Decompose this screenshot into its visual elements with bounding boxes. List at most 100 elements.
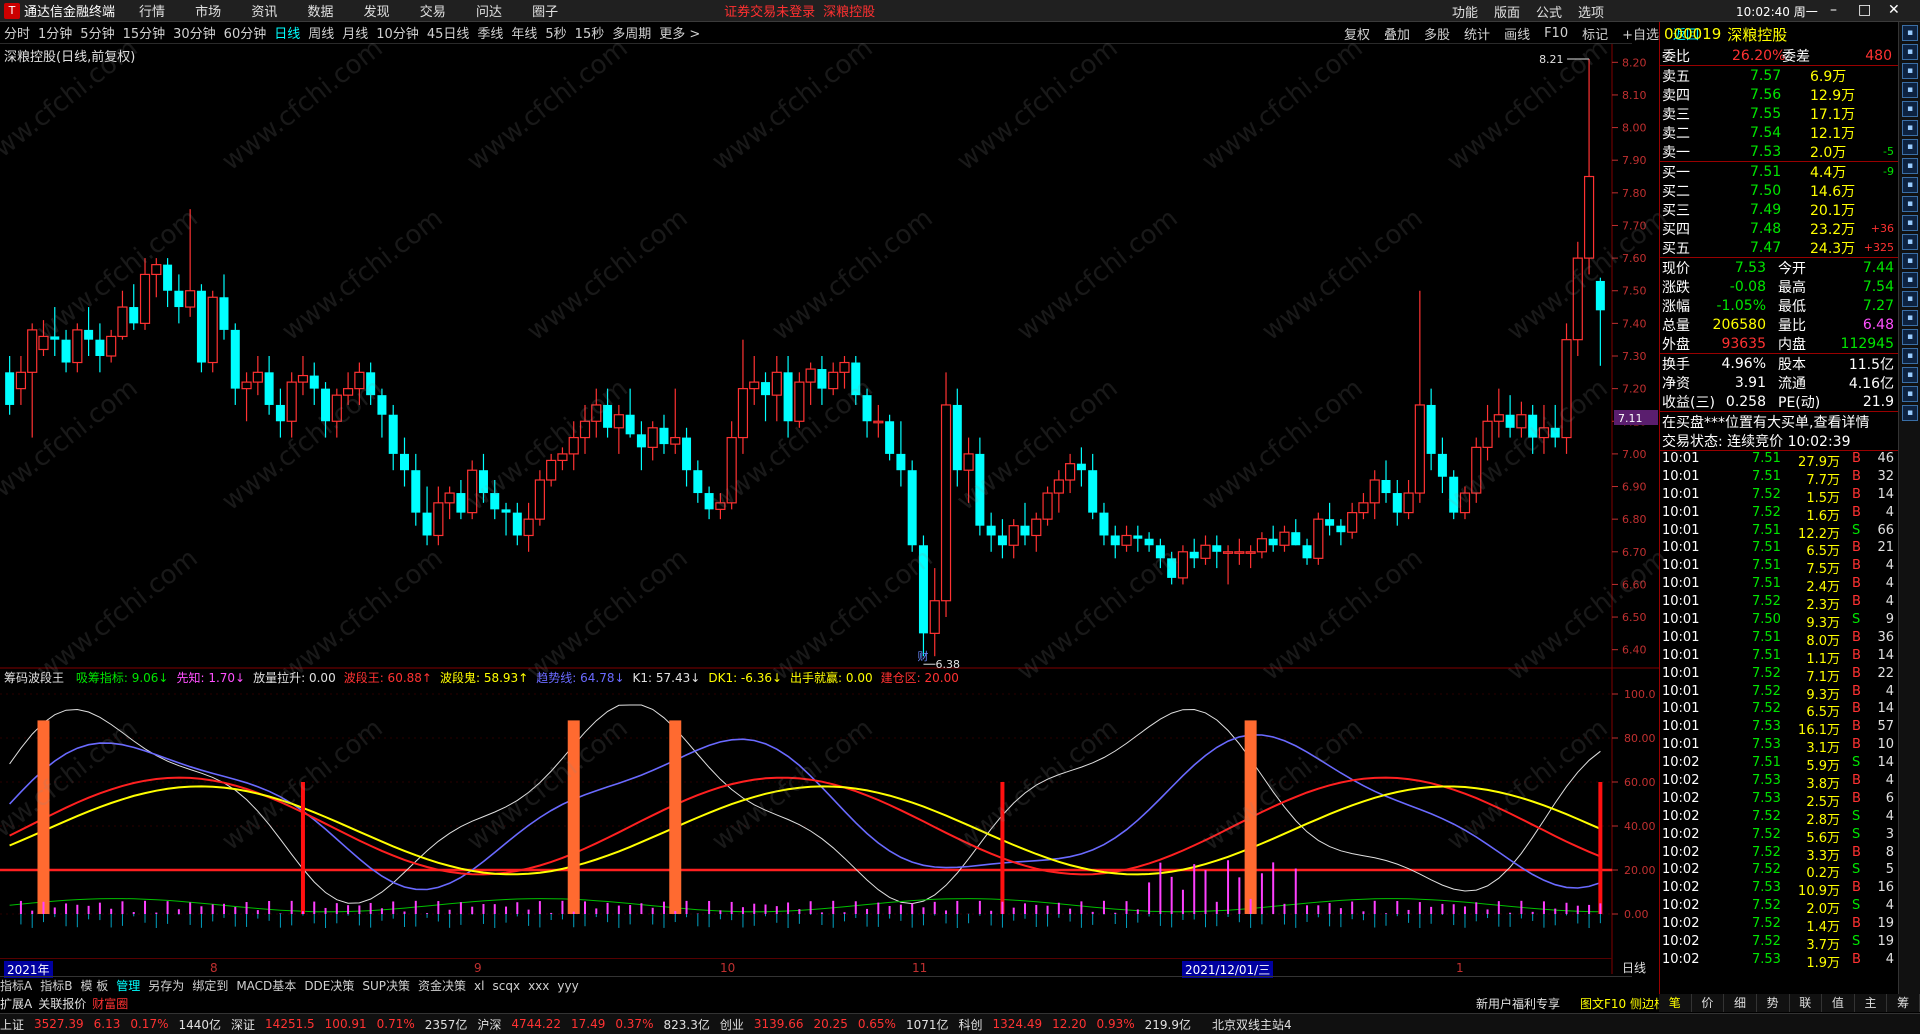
- x-axis-period[interactable]: 日线: [1622, 959, 1646, 976]
- menu-options[interactable]: 选项: [1578, 2, 1604, 21]
- stock-name[interactable]: 深粮控股: [1727, 24, 1787, 45]
- tool-0[interactable]: 复权: [1344, 24, 1370, 43]
- menu-function[interactable]: 功能: [1452, 2, 1478, 21]
- new-user-link[interactable]: 新用户福利专享: [1476, 995, 1560, 1012]
- indicator-tab-8[interactable]: SUP决策: [362, 977, 410, 994]
- side-tool-icon[interactable]: ▪: [1902, 177, 1918, 193]
- indicator-tab-3[interactable]: 管理: [116, 977, 140, 994]
- tool-4[interactable]: 画线: [1504, 24, 1530, 43]
- side-tool-icon[interactable]: ▪: [1902, 291, 1918, 307]
- menu-trade[interactable]: 交易: [420, 5, 446, 20]
- period-14[interactable]: 15秒: [575, 23, 605, 42]
- indicator-tab-11[interactable]: scqx: [492, 979, 520, 993]
- menu-circle[interactable]: 圈子: [532, 5, 558, 20]
- period-0[interactable]: 分时: [4, 23, 30, 42]
- side-tool-icon[interactable]: ▪: [1902, 253, 1918, 269]
- ext-tab-wealth[interactable]: 财富圈: [92, 995, 128, 1012]
- menu-data[interactable]: 数据: [307, 5, 333, 20]
- candle-body: [1561, 339, 1572, 439]
- ext-tab-a[interactable]: 扩展A: [0, 995, 32, 1012]
- menu-formula[interactable]: 公式: [1536, 2, 1562, 21]
- period-9[interactable]: 10分钟: [376, 23, 419, 42]
- period-15[interactable]: 多周期: [612, 23, 651, 42]
- menu-ask[interactable]: 问达: [476, 5, 502, 20]
- tool-6[interactable]: 标记: [1582, 24, 1608, 43]
- stock-code[interactable]: 000019: [1664, 25, 1721, 43]
- side-tool-icon[interactable]: ▪: [1902, 272, 1918, 288]
- maximize-icon[interactable]: □: [1858, 2, 1871, 18]
- login-notice[interactable]: 证券交易未登录: [724, 1, 815, 20]
- side-tool-icon[interactable]: ▪: [1902, 234, 1918, 250]
- quote-tab-3[interactable]: 势: [1757, 994, 1790, 1012]
- tool-7[interactable]: +自选: [1622, 24, 1659, 43]
- indicator-tab-13[interactable]: yyy: [557, 979, 578, 993]
- period-5[interactable]: 60分钟: [224, 23, 267, 42]
- period-1[interactable]: 1分钟: [38, 23, 72, 42]
- side-tool-icon[interactable]: ▪: [1902, 63, 1918, 79]
- tool-1[interactable]: 叠加: [1384, 24, 1410, 43]
- quote-tab-2[interactable]: 细: [1724, 994, 1757, 1012]
- side-tool-icon[interactable]: ▪: [1902, 405, 1918, 421]
- tool-2[interactable]: 多股: [1424, 24, 1450, 43]
- side-tool-icon[interactable]: ▪: [1902, 44, 1918, 60]
- period-10[interactable]: 45日线: [427, 23, 470, 42]
- tick-row: 10:01 7.52 9.3万 B 4: [1660, 684, 1898, 703]
- indicator-tab-12[interactable]: xxx: [528, 979, 549, 993]
- quote-tab-7[interactable]: 筹: [1887, 994, 1920, 1012]
- side-tool-icon[interactable]: ▪: [1902, 386, 1918, 402]
- period-13[interactable]: 5秒: [545, 23, 566, 42]
- side-tool-icon[interactable]: ▪: [1902, 101, 1918, 117]
- finance-marker[interactable]: 财: [917, 649, 928, 663]
- side-tool-icon[interactable]: ▪: [1902, 25, 1918, 41]
- side-tool-icon[interactable]: ▪: [1902, 82, 1918, 98]
- menu-news[interactable]: 资讯: [251, 5, 277, 20]
- minimize-icon[interactable]: –: [1830, 2, 1837, 18]
- side-tool-icon[interactable]: ▪: [1902, 367, 1918, 383]
- period-4[interactable]: 30分钟: [173, 23, 216, 42]
- indicator-tab-0[interactable]: 指标A: [0, 977, 32, 994]
- period-11[interactable]: 季线: [477, 23, 503, 42]
- side-tool-icon[interactable]: ▪: [1902, 329, 1918, 345]
- tick-list[interactable]: 10:01 7.51 27.9万 B 46 10:01 7.51 7.7万 B 32 10:01 7.…: [1660, 451, 1898, 971]
- big-order-notice[interactable]: 在买盘***位置有大买单,查看详情: [1660, 412, 1898, 431]
- indicator-tab-9[interactable]: 资金决策: [418, 977, 466, 994]
- period-16[interactable]: 更多 >: [659, 23, 700, 42]
- side-tool-icon[interactable]: ▪: [1902, 348, 1918, 364]
- side-tool-icon[interactable]: ▪: [1902, 120, 1918, 136]
- period-2[interactable]: 5分钟: [80, 23, 114, 42]
- quote-tab-6[interactable]: 主: [1855, 994, 1888, 1012]
- ext-tab-related[interactable]: 关联报价: [38, 995, 86, 1012]
- indicator-tab-6[interactable]: MACD基本: [236, 977, 296, 994]
- side-tool-icon[interactable]: ▪: [1902, 158, 1918, 174]
- indicator-tab-4[interactable]: 另存为: [148, 977, 184, 994]
- period-12[interactable]: 年线: [511, 23, 537, 42]
- menu-layout[interactable]: 版面: [1494, 2, 1520, 21]
- quote-tab-5[interactable]: 值: [1822, 994, 1855, 1012]
- side-tool-icon[interactable]: ▪: [1902, 139, 1918, 155]
- period-3[interactable]: 15分钟: [123, 23, 166, 42]
- period-7[interactable]: 周线: [308, 23, 334, 42]
- side-tool-icon[interactable]: ▪: [1902, 310, 1918, 326]
- tool-5[interactable]: F10: [1544, 26, 1568, 41]
- period-8[interactable]: 月线: [342, 23, 368, 42]
- period-6[interactable]: 日线: [274, 23, 300, 42]
- kline-chart[interactable]: 8.20 8.10 8.00 7.90 7.80 7.70 7.60 7.50 7.40 7.30…: [0, 44, 1659, 974]
- indicator-name[interactable]: 筹码波段王: [4, 671, 64, 685]
- site-status[interactable]: 北京双线主站4: [1212, 1016, 1292, 1033]
- quote-tab-0[interactable]: 笔: [1659, 994, 1692, 1012]
- side-tool-icon[interactable]: ▪: [1902, 215, 1918, 231]
- quote-tab-4[interactable]: 联: [1790, 994, 1823, 1012]
- indicator-tab-5[interactable]: 绑定到: [192, 977, 228, 994]
- menu-quotes[interactable]: 行情: [139, 5, 165, 20]
- candle-body: [1403, 492, 1414, 514]
- quote-tab-1[interactable]: 价: [1692, 994, 1725, 1012]
- menu-market[interactable]: 市场: [195, 5, 221, 20]
- indicator-tab-7[interactable]: DDE决策: [304, 977, 354, 994]
- side-tool-icon[interactable]: ▪: [1902, 196, 1918, 212]
- indicator-tab-1[interactable]: 指标B: [40, 977, 72, 994]
- tool-3[interactable]: 统计: [1464, 24, 1490, 43]
- indicator-tab-2[interactable]: 模 板: [80, 977, 108, 994]
- close-icon[interactable]: ✕: [1888, 2, 1900, 18]
- menu-discover[interactable]: 发现: [364, 5, 390, 20]
- indicator-tab-10[interactable]: xl: [474, 979, 484, 993]
